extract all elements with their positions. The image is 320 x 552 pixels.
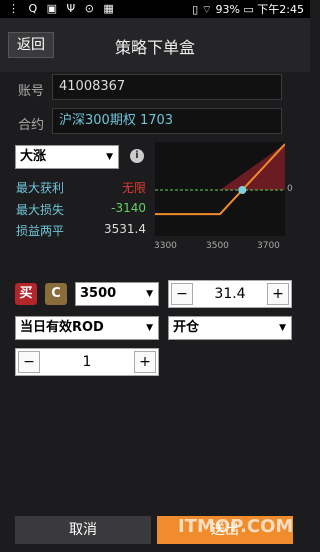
stat-label-max-profit: 最大获利	[16, 181, 65, 195]
price-value[interactable]: 31.4	[195, 281, 265, 307]
stat-label-max-loss: 最大损失	[16, 203, 65, 217]
chart-xtick: 3700	[257, 241, 280, 251]
chart-xtick: 3300	[154, 241, 177, 251]
profit-area	[220, 144, 285, 190]
stat-value-max-profit: 无限	[121, 181, 146, 195]
account-field[interactable]: 41008367	[52, 74, 282, 100]
price-stepper[interactable]: − 31.4 +	[168, 280, 292, 308]
chevron-down-icon: ▼	[106, 152, 113, 162]
chevron-down-icon: ▼	[146, 323, 153, 333]
validity-select-value: 当日有效ROD	[20, 320, 104, 335]
strike-select[interactable]: 3500 ▼	[75, 282, 159, 306]
strike-select-value: 3500	[80, 286, 117, 301]
title-bar: 返回 策略下单盒	[0, 18, 310, 72]
contract-label: 合约	[18, 118, 45, 133]
watermark: ITMOP.COM	[178, 516, 294, 537]
stat-label-breakeven: 损益两平	[16, 224, 65, 238]
payoff-chart-svg	[155, 143, 286, 216]
account-label: 账号	[18, 84, 45, 99]
status-left-icons: ⋮ Q ▣ Ψ ⊙ ▦	[8, 2, 117, 15]
strategy-select[interactable]: 大涨 ▼	[15, 145, 119, 169]
chevron-down-icon: ▼	[146, 289, 153, 299]
qty-plus-button[interactable]: +	[134, 351, 156, 373]
validity-select[interactable]: 当日有效ROD ▼	[15, 316, 159, 340]
chart-zero-label: 0	[287, 184, 293, 194]
price-minus-button[interactable]: −	[171, 283, 193, 305]
stat-value-max-loss: -3140	[111, 201, 146, 215]
status-right: ▯ ⌔ 93% ▭ 下午2:45	[192, 3, 304, 16]
qty-value[interactable]: 1	[42, 349, 132, 375]
breakeven-marker	[238, 186, 247, 194]
cancel-button[interactable]: 取消	[15, 516, 151, 544]
info-icon[interactable]: i	[130, 149, 144, 163]
quantity-stepper[interactable]: − 1 +	[15, 348, 159, 376]
call-button[interactable]: C	[45, 283, 67, 305]
chevron-down-icon: ▼	[279, 323, 286, 333]
open-close-select-value: 开仓	[173, 320, 200, 335]
status-bar: ⋮ Q ▣ Ψ ⊙ ▦ ▯ ⌔ 93% ▭ 下午2:45	[0, 0, 310, 18]
page-title: 策略下单盒	[114, 38, 195, 57]
chart-xtick: 3500	[206, 241, 229, 251]
qty-minus-button[interactable]: −	[18, 351, 40, 373]
open-close-select[interactable]: 开仓 ▼	[168, 316, 292, 340]
stat-value-breakeven: 3531.4	[104, 222, 146, 236]
contract-field[interactable]: 沪深300期权 1703	[52, 108, 282, 134]
strategy-select-value: 大涨	[20, 149, 47, 164]
buy-button[interactable]: 买	[15, 283, 37, 305]
price-plus-button[interactable]: +	[267, 283, 289, 305]
payoff-chart	[155, 142, 286, 236]
